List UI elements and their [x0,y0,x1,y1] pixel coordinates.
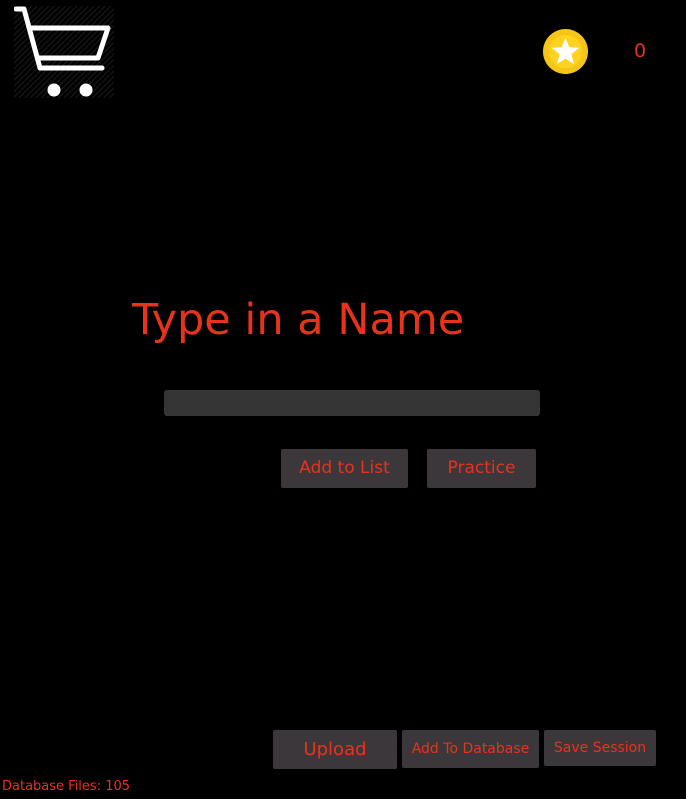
shopping-cart-button[interactable] [13,6,114,98]
database-files-status: Database Files: 105 [2,779,131,794]
shopping-cart-icon [13,6,114,98]
coin-count: 0 [633,40,647,62]
star-coin-button[interactable] [542,28,589,75]
add-to-list-button[interactable]: Add to List [281,449,408,488]
star-coin-icon [542,28,589,75]
upload-button[interactable]: Upload [273,730,397,769]
add-to-database-button[interactable]: Add To Database [402,730,539,768]
name-input[interactable] [164,390,540,416]
page-title: Type in a Name [132,295,465,345]
save-session-button[interactable]: Save Session [544,730,656,766]
practice-button[interactable]: Practice [427,449,536,488]
